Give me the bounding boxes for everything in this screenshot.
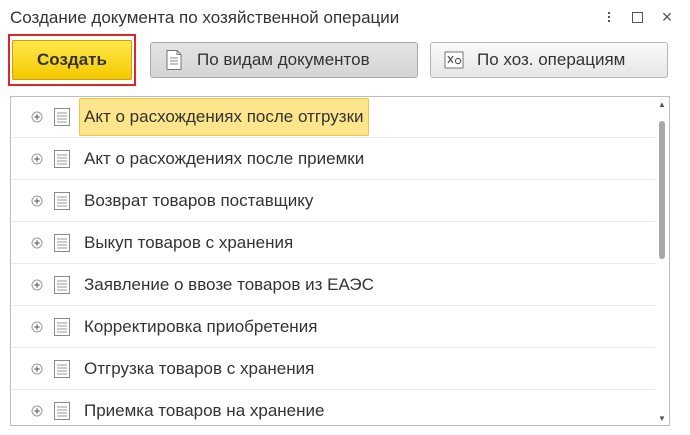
list-item-label: Акт о расхождениях после приемки [84, 148, 365, 168]
list-item[interactable]: Отгрузка товаров с хранения [11, 348, 657, 390]
scroll-up-arrow-icon[interactable]: ▲ [655, 97, 669, 111]
list-item[interactable]: Возврат товаров поставщику [11, 180, 657, 222]
list-item[interactable]: Корректировка приобретения [11, 306, 657, 348]
business-operation-icon [444, 51, 464, 69]
document-icon [53, 401, 71, 421]
list-item[interactable]: Заявление о ввозе товаров из ЕАЭС [11, 264, 657, 306]
scroll-thumb[interactable] [659, 121, 665, 259]
create-button[interactable]: Создать [12, 40, 132, 80]
by-business-operations-button[interactable]: По хоз. операциям [430, 42, 668, 78]
window-title: Создание документа по хозяйственной опер… [10, 8, 400, 27]
list-item-label: Заявление о ввозе товаров из ЕАЭС [84, 274, 374, 294]
document-icon [166, 50, 182, 70]
list-item[interactable]: Акт о расхождениях после приемки [11, 138, 657, 180]
expand-plus-icon[interactable] [31, 195, 43, 207]
by-document-types-label: По видам документов [197, 50, 370, 69]
more-actions-button[interactable] [598, 6, 620, 28]
list-item-label: Акт о расхождениях после отгрузки [79, 97, 369, 136]
document-icon [53, 107, 71, 127]
expand-plus-icon[interactable] [31, 279, 43, 291]
by-business-operations-label: По хоз. операциям [477, 50, 626, 69]
toolbar: Создать По видам документов По хоз. опер… [0, 34, 690, 88]
maximize-icon [631, 11, 643, 23]
expand-plus-icon[interactable] [31, 321, 43, 333]
list-item-label: Приемка товаров на хранение [84, 400, 325, 420]
document-icon [53, 359, 71, 379]
operations-list: Акт о расхождениях после отгрузки Акт о р… [10, 96, 670, 426]
list-item[interactable]: Акт о расхождениях после отгрузки [11, 97, 657, 138]
expand-plus-icon[interactable] [31, 405, 43, 417]
by-document-types-button[interactable]: По видам документов [150, 42, 418, 78]
list-item[interactable]: Приемка товаров на хранение [11, 390, 657, 425]
title-bar: Создание документа по хозяйственной опер… [0, 0, 690, 34]
expand-plus-icon[interactable] [31, 111, 43, 123]
scroll-down-arrow-icon[interactable]: ▼ [655, 411, 669, 425]
vertical-scrollbar[interactable]: ▲ ▼ [655, 97, 669, 425]
list-item-label: Выкуп товаров с хранения [84, 232, 294, 252]
document-icon [53, 191, 71, 211]
list-item-label: Корректировка приобретения [84, 316, 318, 336]
maximize-button[interactable] [626, 6, 648, 28]
list-item-label: Возврат товаров поставщику [84, 190, 314, 210]
document-icon [53, 275, 71, 295]
document-icon [53, 317, 71, 337]
vertical-dots-icon [608, 12, 610, 22]
close-button[interactable]: × [656, 6, 678, 28]
list-item[interactable]: Выкуп товаров с хранения [11, 222, 657, 264]
expand-plus-icon[interactable] [31, 237, 43, 249]
close-icon: × [661, 6, 673, 27]
list-item-label: Отгрузка товаров с хранения [84, 358, 315, 378]
document-icon [53, 149, 71, 169]
document-icon [53, 233, 71, 253]
expand-plus-icon[interactable] [31, 153, 43, 165]
expand-plus-icon[interactable] [31, 363, 43, 375]
